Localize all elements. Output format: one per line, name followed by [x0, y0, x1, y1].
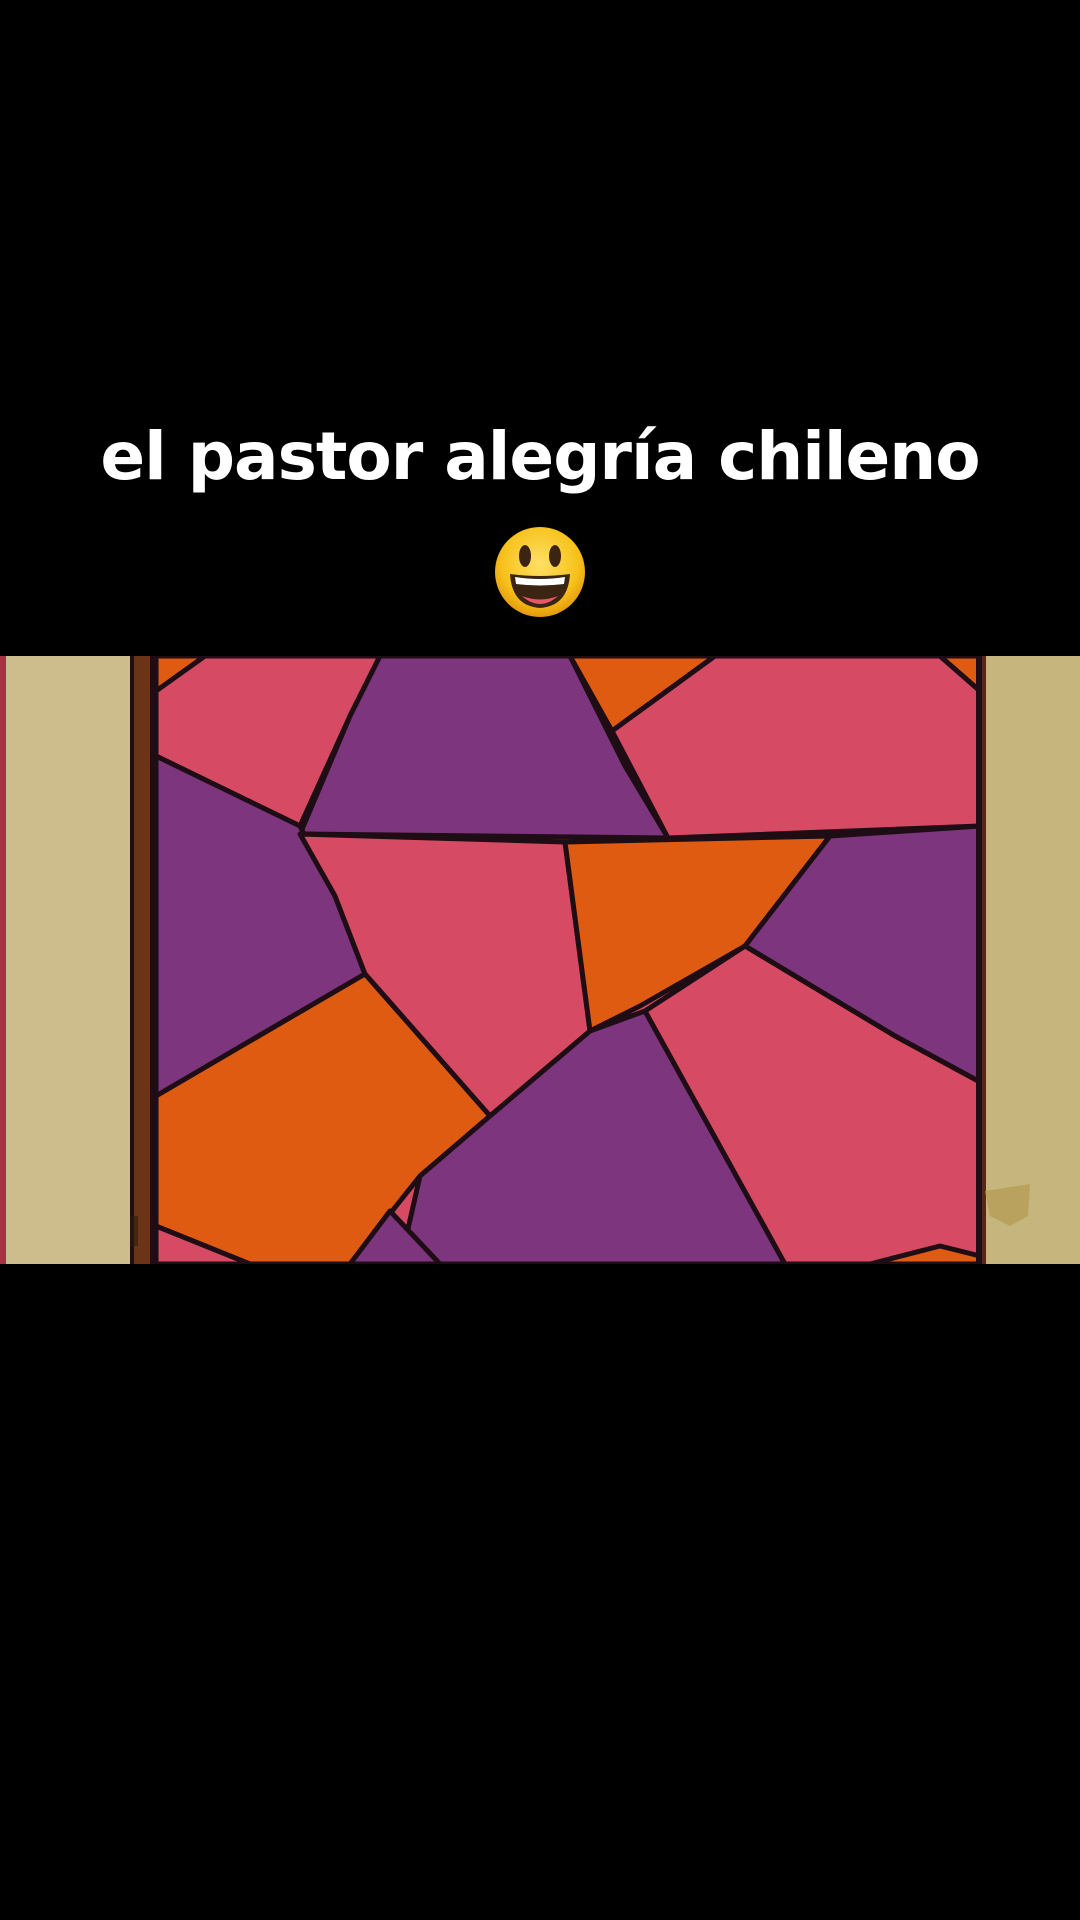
stained-glass-illustration — [0, 656, 1080, 1264]
video-caption: el pastor alegría chileno — [0, 400, 1080, 624]
grinning-face-icon — [492, 524, 588, 620]
caption-text: el pastor alegría chileno — [100, 418, 980, 495]
video-frame[interactable] — [0, 656, 1080, 1264]
